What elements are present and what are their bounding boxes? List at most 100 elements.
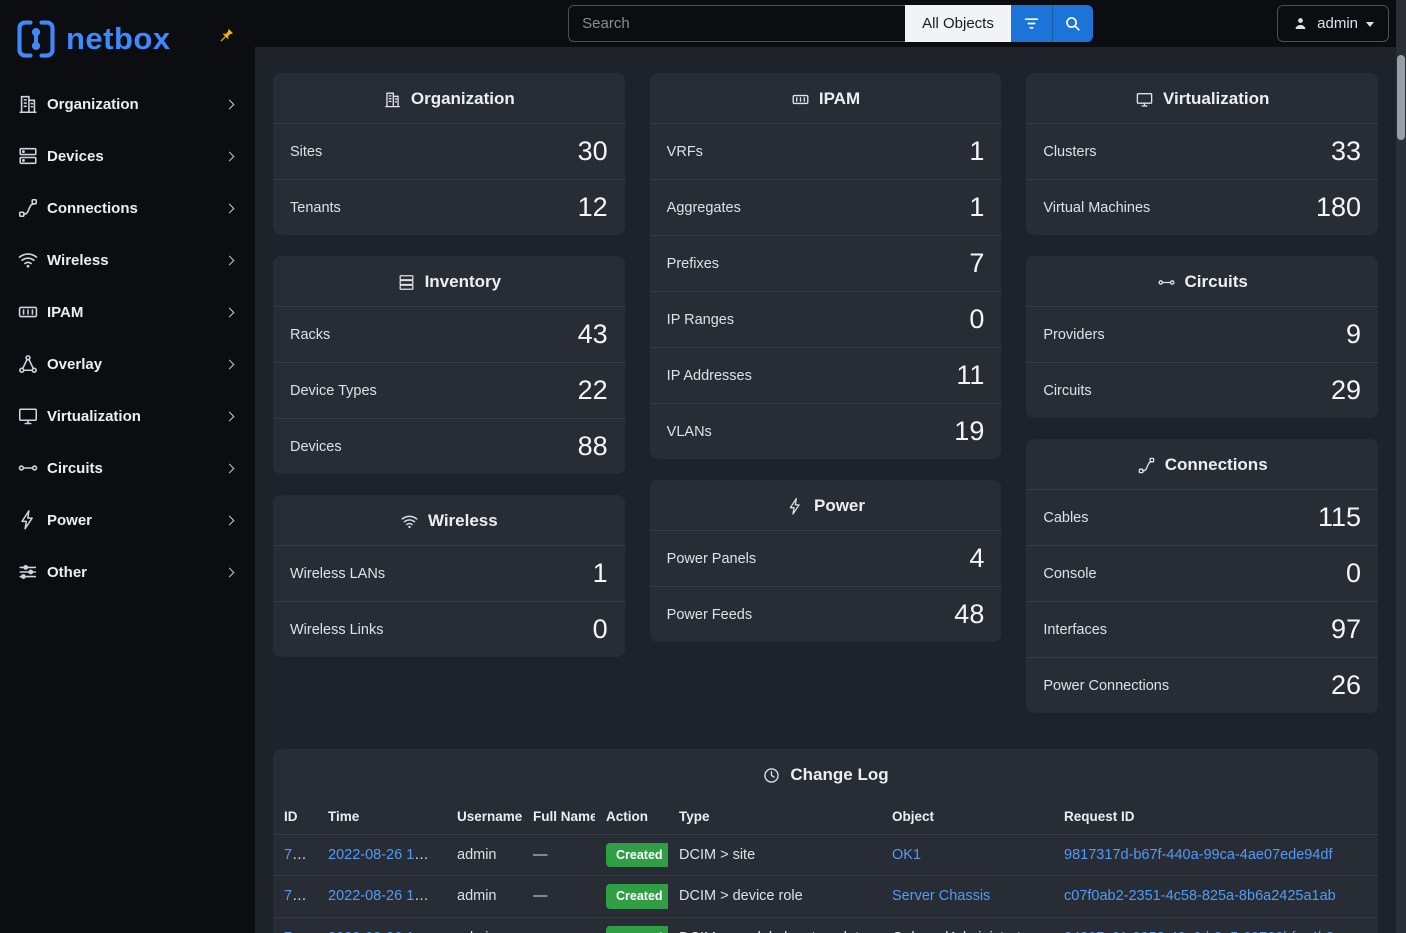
changelog-card: Change Log ID Time Username Full Name — [273, 749, 1378, 933]
building-icon — [16, 92, 40, 116]
netbox-logo-icon — [14, 17, 58, 61]
changelog-id-link[interactable]: 753 — [284, 930, 308, 933]
stat-value: 22 — [578, 377, 608, 404]
changelog-row: 753 2022-08-26 14:15 admin — Created DCI… — [273, 917, 1378, 933]
stat-value: 0 — [593, 616, 608, 643]
changelog-time-link[interactable]: 2022-08-26 14:22 — [328, 847, 443, 863]
sidebar-pin-button[interactable] — [217, 27, 235, 45]
search-submit-button[interactable] — [1052, 5, 1093, 42]
stat-value: 97 — [1331, 616, 1361, 643]
netbox-logo[interactable]: netbox — [14, 17, 171, 61]
sidebar-item-ipam[interactable]: IPAM — [0, 286, 255, 338]
changelog-id-link[interactable]: 754 — [284, 888, 308, 904]
filter-icon — [1022, 14, 1041, 33]
stat-value: 48 — [954, 601, 984, 628]
stat-row-interfaces[interactable]: Interfaces 97 — [1026, 601, 1378, 657]
stat-row-circuits[interactable]: Circuits 29 — [1026, 362, 1378, 418]
server-icon — [16, 144, 40, 168]
history-icon — [762, 766, 781, 785]
chevron-right-icon — [225, 99, 235, 109]
stat-label: Cables — [1043, 510, 1088, 526]
sidebar-item-organization[interactable]: Organization — [0, 78, 255, 130]
card-column-1: Organization Sites 30 Tenants 12 — [273, 73, 625, 713]
stat-row-console[interactable]: Console 0 — [1026, 545, 1378, 601]
stat-row-wireless-lans[interactable]: Wireless LANs 1 — [273, 545, 625, 601]
changelog-request-id-link[interactable]: c07f0ab2-2351-4c58-825a-8b6a2425a1ab — [1064, 888, 1336, 904]
card-power-header: Power — [650, 480, 1002, 530]
stat-label: VLANs — [667, 424, 712, 440]
sidebar-item-other[interactable]: Other — [0, 546, 255, 598]
chevron-right-icon — [225, 567, 235, 577]
changelog-object-link[interactable]: Server Chassis — [892, 888, 990, 904]
stat-value: 0 — [969, 306, 984, 333]
card-organization-header: Organization — [273, 73, 625, 123]
stat-value: 29 — [1331, 377, 1361, 404]
scrollbar-thumb[interactable] — [1397, 55, 1405, 140]
sidebar-item-power[interactable]: Power — [0, 494, 255, 546]
changelog-time-link[interactable]: 2022-08-26 14:17 — [328, 888, 443, 904]
stat-row-device-types[interactable]: Device Types 22 — [273, 362, 625, 418]
chevron-right-icon — [225, 359, 235, 369]
stat-row-prefixes[interactable]: Prefixes 7 — [650, 235, 1002, 291]
stat-row-virtual-machines[interactable]: Virtual Machines 180 — [1026, 179, 1378, 235]
stat-row-devices[interactable]: Devices 88 — [273, 418, 625, 474]
stat-row-sites[interactable]: Sites 30 — [273, 123, 625, 179]
changelog-request-id-link[interactable]: 9817317d-b67f-440a-99ca-4ae07ede94df — [1064, 847, 1332, 863]
sidebar-item-connections[interactable]: Connections — [0, 182, 255, 234]
dashboard-content: Organization Sites 30 Tenants 12 — [255, 47, 1406, 933]
stat-row-clusters[interactable]: Clusters 33 — [1026, 123, 1378, 179]
changelog-time-link[interactable]: 2022-08-26 14:15 — [328, 930, 443, 933]
scrollbar-track[interactable] — [1396, 0, 1406, 933]
bolt-icon — [786, 497, 805, 516]
card-virtualization-header: Virtualization — [1026, 73, 1378, 123]
action-created-badge: Created — [606, 884, 668, 908]
sidebar-item-devices[interactable]: Devices — [0, 130, 255, 182]
card-ipam-header: IPAM — [650, 73, 1002, 123]
user-menu-button[interactable]: admin — [1277, 5, 1389, 42]
sidebar-item-virtualization[interactable]: Virtualization — [0, 390, 255, 442]
stat-row-aggregates[interactable]: Aggregates 1 — [650, 179, 1002, 235]
stat-row-tenants[interactable]: Tenants 12 — [273, 179, 625, 235]
sidebar-item-overlay[interactable]: Overlay — [0, 338, 255, 390]
card-circuits-header: Circuits — [1026, 256, 1378, 306]
chevron-right-icon — [225, 411, 235, 421]
card-inventory: Inventory Racks 43 Device Types 22 Devic… — [273, 256, 625, 474]
user-menu-label: admin — [1317, 15, 1358, 32]
changelog-full-name: — — [533, 847, 548, 863]
card-circuits: Circuits Providers 9 Circuits 29 — [1026, 256, 1378, 418]
stat-row-providers[interactable]: Providers 9 — [1026, 306, 1378, 362]
filter-button[interactable] — [1011, 5, 1052, 42]
stat-row-vlans[interactable]: VLANs 19 — [650, 403, 1002, 459]
chevron-right-icon — [225, 151, 235, 161]
col-header-request-id: Request ID — [1053, 799, 1378, 835]
stat-value: 30 — [578, 138, 608, 165]
changelog-row: 755 2022-08-26 14:22 admin — Created DCI… — [273, 835, 1378, 876]
changelog-id-link[interactable]: 755 — [284, 847, 308, 863]
sidebar-item-label: IPAM — [47, 304, 226, 321]
changelog-header-row: ID Time Username Full Name Action Type O… — [273, 799, 1378, 835]
sidebar-item-label: Power — [47, 512, 226, 529]
changelog-object-link[interactable]: OK1 — [892, 847, 921, 863]
col-header-full-name: Full Name — [522, 799, 595, 835]
sidebar-item-label: Other — [47, 564, 226, 581]
stat-row-power-feeds[interactable]: Power Feeds 48 — [650, 586, 1002, 642]
stat-row-power-connections[interactable]: Power Connections 26 — [1026, 657, 1378, 713]
stat-row-wireless-links[interactable]: Wireless Links 0 — [273, 601, 625, 657]
stat-value: 1 — [593, 560, 608, 587]
stat-row-vrfs[interactable]: VRFs 1 — [650, 123, 1002, 179]
stat-row-power-panels[interactable]: Power Panels 4 — [650, 530, 1002, 586]
sidebar-item-label: Overlay — [47, 356, 226, 373]
chevron-right-icon — [225, 307, 235, 317]
stat-row-ip-addresses[interactable]: IP Addresses 11 — [650, 347, 1002, 403]
changelog-request-id-link[interactable]: 24807c61-9952-49c6-b8a5-69760bfcc4b3 — [1064, 930, 1334, 933]
stat-row-ip-ranges[interactable]: IP Ranges 0 — [650, 291, 1002, 347]
stat-label: Sites — [290, 144, 322, 160]
stat-row-racks[interactable]: Racks 43 — [273, 306, 625, 362]
stat-row-cables[interactable]: Cables 115 — [1026, 489, 1378, 545]
object-type-selector-button[interactable]: All Objects — [905, 5, 1011, 42]
sidebar-item-wireless[interactable]: Wireless — [0, 234, 255, 286]
sidebar-item-circuits[interactable]: Circuits — [0, 442, 255, 494]
cable-icon — [16, 196, 40, 220]
search-input[interactable] — [568, 5, 905, 42]
stat-label: IP Addresses — [667, 368, 752, 384]
